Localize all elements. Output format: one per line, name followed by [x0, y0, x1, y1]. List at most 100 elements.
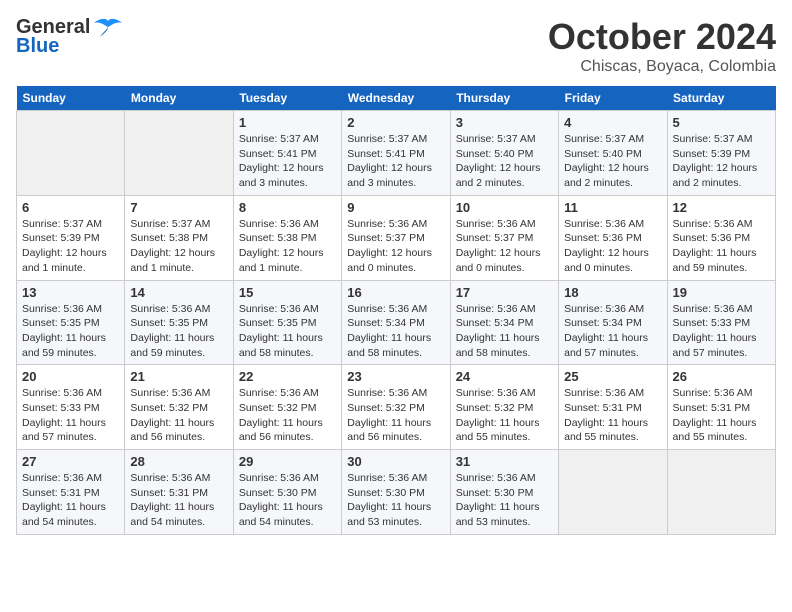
calendar-cell: 2 Sunrise: 5:37 AMSunset: 5:41 PMDaylight… — [342, 111, 450, 196]
day-info: Sunrise: 5:36 AMSunset: 5:34 PMDaylight:… — [564, 302, 661, 361]
calendar-cell: 12 Sunrise: 5:36 AMSunset: 5:36 PMDayligh… — [667, 195, 775, 280]
day-number: 29 — [239, 454, 336, 469]
day-info: Sunrise: 5:36 AMSunset: 5:36 PMDaylight:… — [673, 217, 770, 276]
header-saturday: Saturday — [667, 86, 775, 111]
calendar-cell: 17 Sunrise: 5:36 AMSunset: 5:34 PMDayligh… — [450, 280, 558, 365]
calendar-cell: 30Sunrise: 5:36 AMSunset: 5:30 PMDayligh… — [342, 450, 450, 535]
day-info: Sunrise: 5:36 AMSunset: 5:35 PMDaylight:… — [22, 302, 119, 361]
day-number: 11 — [564, 200, 661, 215]
day-number: 21 — [130, 369, 227, 384]
day-number: 12 — [673, 200, 770, 215]
header-thursday: Thursday — [450, 86, 558, 111]
calendar-cell: 11 Sunrise: 5:36 AMSunset: 5:36 PMDayligh… — [559, 195, 667, 280]
day-number: 22 — [239, 369, 336, 384]
day-number: 28 — [130, 454, 227, 469]
day-info: Sunrise: 5:36 AMSunset: 5:32 PMDaylight:… — [347, 386, 444, 445]
day-number: 5 — [673, 115, 770, 130]
page-title: October 2024 — [548, 16, 776, 58]
day-number: 17 — [456, 285, 553, 300]
calendar-cell: 18 Sunrise: 5:36 AMSunset: 5:34 PMDayligh… — [559, 280, 667, 365]
day-info: Sunrise: 5:36 AMSunset: 5:32 PMDaylight:… — [130, 386, 227, 445]
header-tuesday: Tuesday — [233, 86, 341, 111]
calendar-cell: 27 Sunrise: 5:36 AMSunset: 5:31 PMDayligh… — [17, 450, 125, 535]
day-info: Sunrise: 5:36 AMSunset: 5:30 PMDaylight:… — [239, 471, 336, 530]
day-info: Sunrise: 5:37 AMSunset: 5:41 PMDaylight:… — [239, 132, 336, 191]
day-number: 23 — [347, 369, 444, 384]
header-monday: Monday — [125, 86, 233, 111]
day-number: 9 — [347, 200, 444, 215]
day-info: Sunrise: 5:36 AMSunset: 5:34 PMDaylight:… — [347, 302, 444, 361]
day-number: 19 — [673, 285, 770, 300]
day-number: 14 — [130, 285, 227, 300]
calendar-cell: 28 Sunrise: 5:36 AMSunset: 5:31 PMDayligh… — [125, 450, 233, 535]
day-number: 16 — [347, 285, 444, 300]
calendar-cell: 4 Sunrise: 5:37 AMSunset: 5:40 PMDaylight… — [559, 111, 667, 196]
day-info: Sunrise: 5:36 AMSunset: 5:31 PMDaylight:… — [673, 386, 770, 445]
day-info: Sunrise: 5:36 AMSunset: 5:38 PMDaylight:… — [239, 217, 336, 276]
day-info: Sunrise: 5:36 AMSunset: 5:35 PMDaylight:… — [130, 302, 227, 361]
calendar-table: SundayMondayTuesdayWednesdayThursdayFrid… — [16, 86, 776, 535]
day-info: Sunrise: 5:36 AMSunset: 5:37 PMDaylight:… — [456, 217, 553, 276]
day-info: Sunrise: 5:37 AMSunset: 5:39 PMDaylight:… — [673, 132, 770, 191]
logo-blue-text: Blue — [16, 35, 59, 58]
day-info: Sunrise: 5:36 AMSunset: 5:37 PMDaylight:… — [347, 217, 444, 276]
header-sunday: Sunday — [17, 86, 125, 111]
day-info: Sunrise: 5:37 AMSunset: 5:38 PMDaylight:… — [130, 217, 227, 276]
page-subtitle: Chiscas, Boyaca, Colombia — [548, 58, 776, 76]
week-row-3: 13 Sunrise: 5:36 AMSunset: 5:35 PMDayligh… — [17, 280, 776, 365]
day-info: Sunrise: 5:36 AMSunset: 5:31 PMDaylight:… — [130, 471, 227, 530]
day-info: Sunrise: 5:37 AMSunset: 5:40 PMDaylight:… — [564, 132, 661, 191]
day-number: 27 — [22, 454, 119, 469]
day-info: Sunrise: 5:36 AMSunset: 5:30 PMDaylight:… — [347, 471, 444, 530]
logo-bird-icon — [94, 17, 122, 39]
title-block: October 2024 Chiscas, Boyaca, Colombia — [548, 16, 776, 76]
calendar-cell: 5 Sunrise: 5:37 AMSunset: 5:39 PMDaylight… — [667, 111, 775, 196]
calendar-cell: 29 Sunrise: 5:36 AMSunset: 5:30 PMDayligh… — [233, 450, 341, 535]
day-number: 13 — [22, 285, 119, 300]
calendar-cell: 25Sunrise: 5:36 AMSunset: 5:31 PMDayligh… — [559, 365, 667, 450]
day-number: 18 — [564, 285, 661, 300]
calendar-cell: 8 Sunrise: 5:36 AMSunset: 5:38 PMDaylight… — [233, 195, 341, 280]
day-info: Sunrise: 5:36 AMSunset: 5:31 PMDaylight:… — [564, 386, 661, 445]
calendar-cell: 1 Sunrise: 5:37 AMSunset: 5:41 PMDaylight… — [233, 111, 341, 196]
day-info: Sunrise: 5:36 AMSunset: 5:32 PMDaylight:… — [239, 386, 336, 445]
page-header: General Blue October 2024 Chiscas, Boyac… — [16, 16, 776, 76]
calendar-header-row: SundayMondayTuesdayWednesdayThursdayFrid… — [17, 86, 776, 111]
calendar-cell: 14 Sunrise: 5:36 AMSunset: 5:35 PMDayligh… — [125, 280, 233, 365]
day-info: Sunrise: 5:36 AMSunset: 5:33 PMDaylight:… — [673, 302, 770, 361]
calendar-cell — [17, 111, 125, 196]
day-info: Sunrise: 5:36 AMSunset: 5:36 PMDaylight:… — [564, 217, 661, 276]
calendar-cell: 7 Sunrise: 5:37 AMSunset: 5:38 PMDaylight… — [125, 195, 233, 280]
calendar-cell: 20Sunrise: 5:36 AMSunset: 5:33 PMDayligh… — [17, 365, 125, 450]
day-info: Sunrise: 5:37 AMSunset: 5:39 PMDaylight:… — [22, 217, 119, 276]
logo: General Blue — [16, 16, 122, 58]
day-number: 31 — [456, 454, 553, 469]
day-info: Sunrise: 5:36 AMSunset: 5:34 PMDaylight:… — [456, 302, 553, 361]
day-info: Sunrise: 5:37 AMSunset: 5:41 PMDaylight:… — [347, 132, 444, 191]
day-number: 2 — [347, 115, 444, 130]
day-info: Sunrise: 5:36 AMSunset: 5:32 PMDaylight:… — [456, 386, 553, 445]
calendar-cell: 13 Sunrise: 5:36 AMSunset: 5:35 PMDayligh… — [17, 280, 125, 365]
header-friday: Friday — [559, 86, 667, 111]
day-info: Sunrise: 5:37 AMSunset: 5:40 PMDaylight:… — [456, 132, 553, 191]
day-number: 1 — [239, 115, 336, 130]
day-number: 4 — [564, 115, 661, 130]
week-row-2: 6Sunrise: 5:37 AMSunset: 5:39 PMDaylight… — [17, 195, 776, 280]
day-number: 8 — [239, 200, 336, 215]
week-row-1: 1 Sunrise: 5:37 AMSunset: 5:41 PMDaylight… — [17, 111, 776, 196]
day-number: 15 — [239, 285, 336, 300]
day-info: Sunrise: 5:36 AMSunset: 5:31 PMDaylight:… — [22, 471, 119, 530]
day-number: 20 — [22, 369, 119, 384]
week-row-4: 20Sunrise: 5:36 AMSunset: 5:33 PMDayligh… — [17, 365, 776, 450]
calendar-cell: 24Sunrise: 5:36 AMSunset: 5:32 PMDayligh… — [450, 365, 558, 450]
calendar-cell: 19 Sunrise: 5:36 AMSunset: 5:33 PMDayligh… — [667, 280, 775, 365]
calendar-cell: 10Sunrise: 5:36 AMSunset: 5:37 PMDayligh… — [450, 195, 558, 280]
calendar-cell: 16 Sunrise: 5:36 AMSunset: 5:34 PMDayligh… — [342, 280, 450, 365]
calendar-cell: 15Sunrise: 5:36 AMSunset: 5:35 PMDayligh… — [233, 280, 341, 365]
day-number: 7 — [130, 200, 227, 215]
header-wednesday: Wednesday — [342, 86, 450, 111]
calendar-cell: 23 Sunrise: 5:36 AMSunset: 5:32 PMDayligh… — [342, 365, 450, 450]
calendar-cell: 3Sunrise: 5:37 AMSunset: 5:40 PMDaylight… — [450, 111, 558, 196]
calendar-cell: 6Sunrise: 5:37 AMSunset: 5:39 PMDaylight… — [17, 195, 125, 280]
day-number: 26 — [673, 369, 770, 384]
